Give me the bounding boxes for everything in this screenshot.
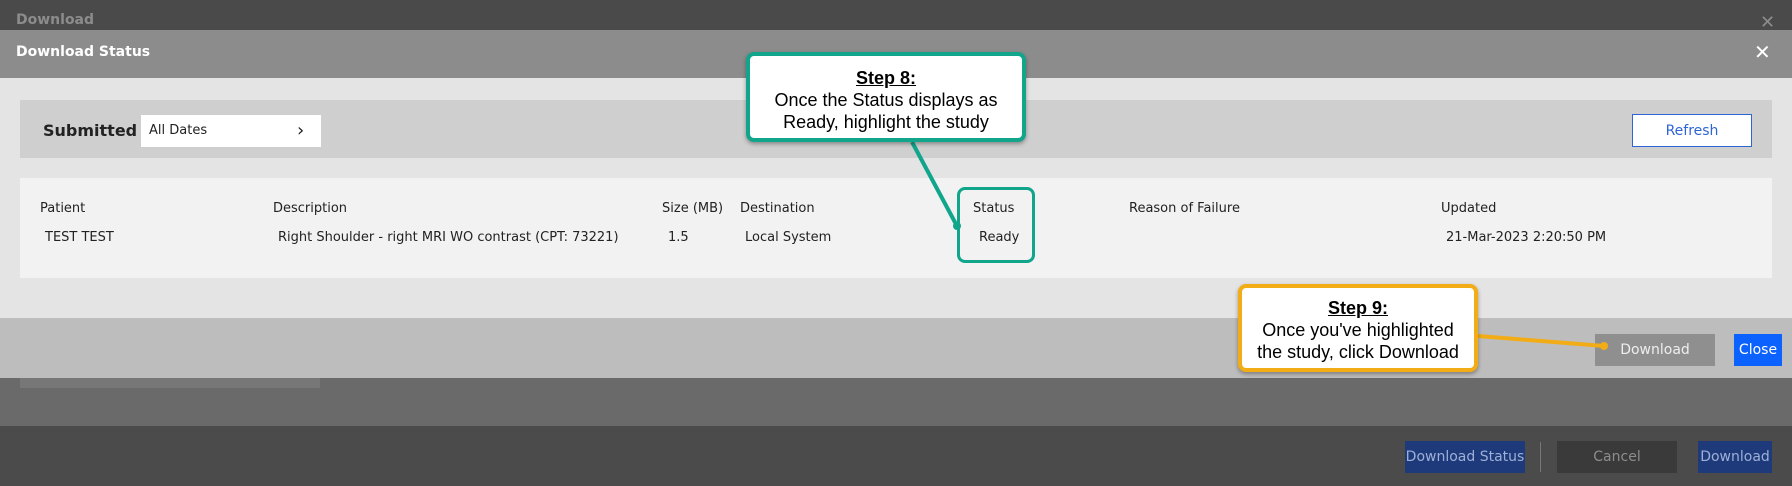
- step8-callout: Step 8: Once the Status displays as Read…: [746, 52, 1026, 142]
- step8-heading: Step 8:: [855, 68, 916, 88]
- step9-line1: Once you've highlighted: [1262, 320, 1454, 340]
- step9-callout: Step 9: Once you've highlighted the stud…: [1238, 284, 1478, 372]
- step9-connector-dot: [1600, 342, 1608, 350]
- status-highlight-box: [957, 187, 1035, 263]
- step9-line2: the study, click Download: [1257, 342, 1459, 362]
- step8-connector: [910, 141, 959, 227]
- step9-connector: [1477, 334, 1605, 348]
- step8-line1: Once the Status displays as: [774, 90, 998, 110]
- step8-line2: Ready, highlight the study: [783, 112, 989, 132]
- step9-heading: Step 9:: [1327, 298, 1388, 318]
